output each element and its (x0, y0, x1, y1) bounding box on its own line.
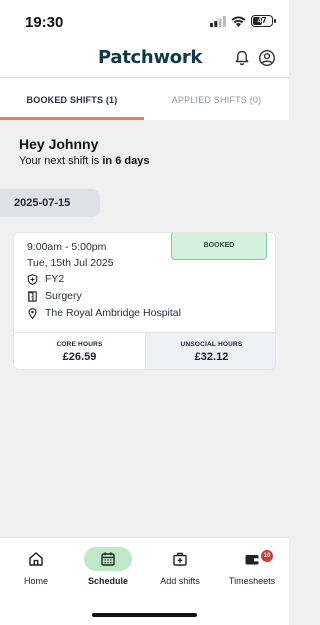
nav-schedule[interactable]: Schedule (72, 538, 144, 598)
shift-date: Tue, 15th Jul 2025 (27, 257, 114, 269)
shift-grade: FY2 (45, 273, 65, 285)
bottom-nav: Home Schedule Add shifts 10 Timesheets (0, 537, 289, 625)
app-logo: Patchwork (98, 47, 203, 68)
next-shift-prefix: Your next shift is (19, 155, 103, 167)
add-shift-icon (173, 552, 187, 566)
nav-timesheets[interactable]: 10 Timesheets (216, 538, 288, 598)
add-shift-icon-wrap (156, 547, 204, 571)
signal-icon (210, 15, 226, 27)
shift-department-row: Surgery (27, 290, 82, 302)
unsocial-hours-value: £32.12 (194, 351, 229, 363)
core-hours-label: CORE HOURS (56, 341, 103, 348)
nav-add-shifts-label: Add shifts (160, 576, 200, 586)
unsocial-hours-box: UNSOCIAL HOURS £32.12 (146, 333, 275, 369)
status-icons: 47 (210, 15, 276, 27)
wallet-icon-wrap: 10 (228, 547, 276, 571)
shift-time: 9:00am - 5:00pm (27, 241, 107, 253)
nav-home-label: Home (23, 576, 48, 586)
door-icon (28, 290, 37, 302)
nav-timesheets-label: Timesheets (228, 576, 276, 586)
bell-icon[interactable] (233, 49, 251, 67)
status-badge: BOOKED (171, 233, 267, 260)
unsocial-hours-label: UNSOCIAL HOURS (180, 341, 243, 348)
nav-add-shifts[interactable]: Add shifts (144, 538, 216, 598)
wifi-icon (231, 16, 246, 27)
active-tab-indicator (0, 117, 144, 120)
calendar-icon (101, 552, 115, 566)
date-chip: 2025-07-15 (0, 189, 100, 217)
nav-schedule-label: Schedule (87, 576, 128, 586)
tab-applied-shifts[interactable]: APPLIED SHIFTS (0) (144, 79, 289, 120)
user-icon[interactable] (258, 49, 276, 67)
location-pin-icon (28, 307, 37, 319)
shift-site-row: The Royal Ambridge Hospital (27, 307, 181, 319)
home-icon-wrap (12, 547, 60, 571)
next-shift-text: Your next shift is in 6 days (19, 155, 149, 167)
wallet-icon (245, 555, 259, 565)
shift-grade-row: FY2 (27, 273, 64, 285)
status-time: 19:30 (25, 14, 64, 31)
calendar-icon-wrap (84, 547, 132, 571)
shift-pay-rates: CORE HOURS £26.59 UNSOCIAL HOURS £32.12 (14, 332, 275, 369)
battery-level: 47 (257, 16, 267, 25)
shift-site: The Royal Ambridge Hospital (45, 307, 181, 319)
shift-card[interactable]: BOOKED 9:00am - 5:00pm Tue, 15th Jul 202… (13, 232, 276, 370)
tab-booked-shifts[interactable]: BOOKED SHIFTS (1) (0, 79, 144, 120)
core-hours-box: CORE HOURS £26.59 (14, 333, 146, 369)
shift-tabs: BOOKED SHIFTS (1) APPLIED SHIFTS (0) (0, 79, 289, 120)
nav-home[interactable]: Home (0, 538, 72, 598)
status-bar: 19:30 47 (0, 0, 289, 44)
home-icon (29, 552, 43, 566)
shield-plus-icon (27, 273, 38, 285)
app-header: Patchwork (0, 44, 289, 78)
core-hours-value: £26.59 (62, 351, 97, 363)
home-indicator (92, 613, 197, 617)
shift-department: Surgery (45, 290, 82, 302)
timesheets-badge: 10 (261, 550, 273, 562)
greeting-title: Hey Johnny (19, 136, 99, 152)
battery-icon: 47 (251, 15, 276, 27)
next-shift-countdown: in 6 days (102, 155, 150, 167)
